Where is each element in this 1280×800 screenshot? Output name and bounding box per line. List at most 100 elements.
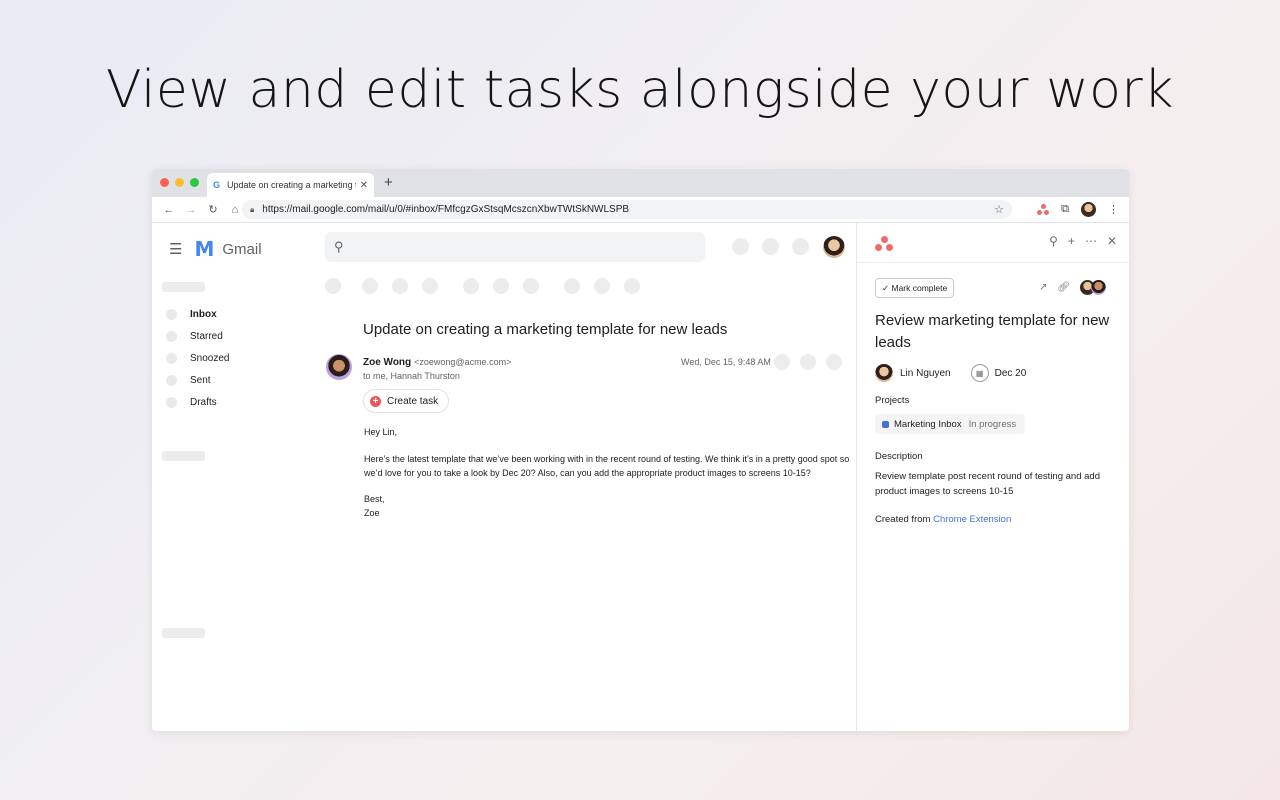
- gmail-header: ☰ M Gmail: [169, 237, 262, 261]
- support-icon[interactable]: [732, 238, 749, 255]
- asana-extension-icon[interactable]: [1037, 204, 1050, 215]
- toolbar-extensions: ⧉ ⋮: [1037, 202, 1119, 217]
- minimize-window-button[interactable]: [175, 178, 184, 187]
- mark-unread-icon[interactable]: [463, 278, 479, 294]
- search-icon[interactable]: ⚲: [1049, 234, 1058, 248]
- settings-icon[interactable]: [762, 238, 779, 255]
- close-window-button[interactable]: [160, 178, 169, 187]
- email-signature: Zoe: [364, 508, 380, 518]
- browser-menu-icon[interactable]: ⋮: [1108, 203, 1119, 216]
- maximize-window-button[interactable]: [190, 178, 199, 187]
- mail-search-input[interactable]: ⚲: [325, 232, 705, 262]
- browser-tab[interactable]: G Update on creating a marketing t ✕: [207, 173, 374, 197]
- sidebar-item-inbox[interactable]: Inbox: [166, 309, 217, 320]
- sidebar-item-snoozed[interactable]: Snoozed: [166, 353, 229, 364]
- calendar-icon: ▦: [970, 364, 989, 382]
- mark-complete-button[interactable]: ✓ Mark complete: [875, 278, 955, 298]
- snooze-icon[interactable]: [493, 278, 509, 294]
- page-content: ☰ M Gmail Inbox Starred Snoozed Sent Dra…: [152, 223, 1129, 731]
- labels-placeholder: [162, 451, 205, 461]
- chat-placeholder: [162, 628, 205, 638]
- more-icon[interactable]: ⋯: [1085, 234, 1097, 248]
- bookmark-star-icon[interactable]: ☆: [994, 203, 1004, 216]
- email-date: Wed, Dec 15, 9:48 AM: [681, 357, 771, 367]
- email-more-icon[interactable]: [826, 354, 842, 370]
- close-icon[interactable]: ✕: [1107, 234, 1117, 248]
- created-from-prefix: Created from: [875, 514, 931, 525]
- panel-header: ⚲ + ⋯ ✕: [857, 223, 1129, 263]
- email-signoff: Best,: [364, 494, 385, 504]
- extensions-puzzle-icon[interactable]: ⧉: [1061, 203, 1069, 216]
- created-from: Created from Chrome Extension: [875, 514, 1011, 525]
- clock-icon: [166, 353, 177, 364]
- create-task-label: Create task: [387, 395, 439, 407]
- gmail-title: Gmail: [222, 240, 262, 258]
- move-to-icon[interactable]: [564, 278, 580, 294]
- email-greeting: Hey Lin,: [364, 427, 398, 437]
- reply-icon[interactable]: [800, 354, 816, 370]
- due-date[interactable]: Dec 20: [995, 368, 1027, 379]
- asana-logo-icon: [875, 236, 893, 252]
- sender-avatar: [326, 354, 352, 380]
- star-icon: [166, 331, 177, 342]
- back-arrow-icon[interactable]: ←: [158, 204, 180, 216]
- add-icon[interactable]: +: [1068, 234, 1075, 248]
- chrome-extension-link[interactable]: Chrome Extension: [933, 514, 1011, 525]
- sidebar-item-sent[interactable]: Sent: [166, 375, 211, 386]
- description-label: Description: [875, 451, 923, 462]
- main-menu-icon[interactable]: ☰: [169, 240, 182, 258]
- project-chip[interactable]: Marketing Inbox In progress: [875, 414, 1026, 434]
- collaborator-avatar[interactable]: [1091, 280, 1107, 295]
- archive-icon[interactable]: [362, 278, 378, 294]
- project-color-icon: [882, 420, 889, 428]
- inbox-icon: [166, 309, 177, 320]
- new-tab-button[interactable]: +: [384, 174, 393, 191]
- delete-icon[interactable]: [422, 278, 438, 294]
- browser-toolbar: ← → ↻ ⌂ 🔒︎ https://mail.google.com/mail/…: [152, 197, 1129, 223]
- email-subject: Update on creating a marketing template …: [363, 321, 728, 338]
- more-options-icon[interactable]: [624, 278, 640, 294]
- back-to-inbox-icon[interactable]: [325, 278, 341, 294]
- sender-name[interactable]: Zoe Wong: [363, 357, 411, 368]
- profile-avatar[interactable]: [1081, 202, 1096, 217]
- google-favicon-icon: G: [213, 180, 221, 190]
- report-spam-icon[interactable]: [392, 278, 408, 294]
- recipients[interactable]: to me, Hannah Thurston: [363, 371, 460, 381]
- sender-line: Zoe Wong <zoewong@acme.com>: [363, 357, 511, 368]
- sidebar-item-starred[interactable]: Starred: [166, 331, 223, 342]
- browser-window: G Update on creating a marketing t ✕ + ←…: [152, 169, 1129, 731]
- asana-task-panel: ⚲ + ⋯ ✕ ✓ Mark complete ↗ 🔗︎ Review mark…: [856, 223, 1129, 731]
- forward-arrow-icon[interactable]: →: [180, 204, 202, 216]
- reload-icon[interactable]: ↻: [202, 203, 224, 216]
- page-headline: View and edit tasks alongside your work: [106, 60, 1174, 120]
- star-email-icon[interactable]: [774, 354, 790, 370]
- project-name: Marketing Inbox: [894, 418, 962, 430]
- sidebar-item-drafts[interactable]: Drafts: [166, 397, 217, 408]
- panel-header-actions: ⚲ + ⋯ ✕: [1049, 234, 1117, 248]
- apps-icon[interactable]: [792, 238, 809, 255]
- gmail-logo-icon[interactable]: M: [194, 237, 214, 261]
- tab-title: Update on creating a marketing t: [227, 180, 356, 190]
- compose-placeholder: [162, 282, 205, 292]
- add-to-tasks-icon[interactable]: [523, 278, 539, 294]
- task-description[interactable]: Review template post recent round of tes…: [875, 469, 1120, 499]
- email-body-line-1: Here’s the latest template that we’ve be…: [364, 454, 850, 464]
- create-task-button[interactable]: + Create task: [363, 389, 450, 413]
- tab-close-icon[interactable]: ✕: [360, 180, 368, 191]
- add-circle-icon: +: [370, 395, 381, 407]
- address-bar[interactable]: 🔒︎ https://mail.google.com/mail/u/0/#inb…: [242, 200, 1012, 219]
- copy-link-icon[interactable]: 🔗︎: [1057, 282, 1070, 293]
- traffic-lights: [160, 178, 199, 187]
- assignee-avatar[interactable]: [875, 364, 893, 382]
- assignee-name[interactable]: Lin Nguyen: [900, 368, 951, 379]
- task-meta: Lin Nguyen ▦ Dec 20: [875, 364, 1026, 382]
- task-title[interactable]: Review marketing template for new leads: [875, 310, 1115, 354]
- project-status: In progress: [968, 418, 1017, 430]
- account-avatar[interactable]: [823, 236, 845, 258]
- label-icon[interactable]: [594, 278, 610, 294]
- send-icon: [166, 375, 177, 386]
- task-tools: ↗ 🔗︎: [1039, 280, 1107, 295]
- projects-label: Projects: [875, 395, 910, 406]
- url-text: https://mail.google.com/mail/u/0/#inbox/…: [262, 204, 630, 215]
- open-external-icon[interactable]: ↗: [1039, 282, 1047, 293]
